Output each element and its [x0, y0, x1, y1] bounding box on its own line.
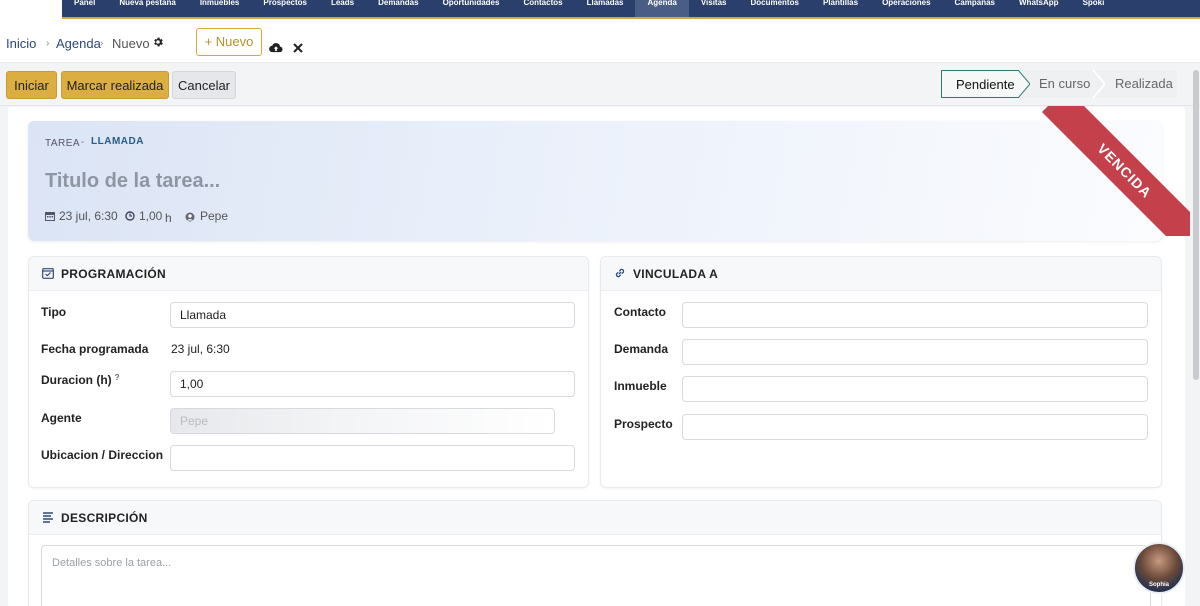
nav-item-inmuebles[interactable]: Inmuebles	[188, 0, 252, 17]
agente-label: Agente	[41, 411, 82, 425]
vinculada-header: VINCULADA A	[601, 257, 1161, 291]
scrollbar[interactable]	[1193, 70, 1199, 380]
status-stepper: Pendiente En curso Realizada	[941, 70, 1177, 98]
nav-item-documentos[interactable]: Documentos	[738, 0, 810, 17]
duracion-field[interactable]: 1,00	[170, 371, 575, 397]
prospecto-field[interactable]	[682, 414, 1148, 440]
help-icon[interactable]: ?	[115, 373, 120, 382]
task-title[interactable]: Titulo de la tarea...	[45, 170, 220, 193]
breadcrumb-current: Nuevo	[112, 36, 150, 51]
task-duration-unit: h	[165, 211, 172, 225]
task-type: LLAMADA	[91, 136, 144, 147]
chevron-right-icon	[1093, 70, 1105, 98]
ubicacion-field[interactable]	[170, 445, 575, 471]
assistant-label: Sophia	[1148, 582, 1169, 588]
gear-icon[interactable]	[152, 36, 164, 48]
cancel-button[interactable]: Cancelar	[172, 71, 236, 99]
nav-item-plantillas[interactable]: Plantillas	[811, 0, 870, 17]
nav-item-panel[interactable]: Panel	[62, 0, 107, 17]
nav-item-contactos[interactable]: Contactos	[511, 0, 574, 17]
top-navigation: Panel Nueva pestaña Inmuebles Prospectos Lea…	[0, 0, 1200, 19]
step-realizada[interactable]: Realizada	[1093, 70, 1177, 98]
task-kind-separator: -	[81, 137, 85, 148]
demanda-field[interactable]	[682, 339, 1148, 365]
nav-item-llamadas[interactable]: Llamadas	[575, 0, 636, 17]
close-icon[interactable]	[293, 43, 303, 53]
prospecto-label: Prospecto	[614, 417, 673, 431]
logo-area	[0, 0, 62, 19]
duracion-label: Duracion (h)?	[41, 373, 120, 387]
overdue-ribbon-label: VENCIDA	[1041, 106, 1190, 236]
clock-icon	[125, 211, 135, 221]
task-duration: 1,00	[139, 209, 163, 223]
overdue-ribbon: VENCIDA	[1040, 106, 1190, 236]
link-icon	[615, 268, 625, 278]
main-menu: Panel Nueva pestaña Inmuebles Prospectos Lea…	[62, 0, 1200, 17]
agente-field[interactable]: Pepe	[170, 408, 555, 434]
breadcrumb-separator: ›	[46, 38, 50, 49]
nav-item-campañas[interactable]: Campañas	[943, 0, 1007, 17]
ubicacion-label: Ubicacion / Direccion	[41, 448, 164, 462]
chevron-right-icon	[1018, 70, 1030, 98]
programacion-title: PROGRAMACIÓN	[61, 267, 166, 281]
descripcion-header: DESCRIPCIÓN	[29, 501, 1161, 535]
task-agent: Pepe	[200, 209, 229, 223]
breadcrumb-agenda[interactable]: Agenda	[56, 36, 101, 51]
descripcion-textarea[interactable]: Detalles sobre la tarea...	[41, 545, 1151, 606]
breadcrumb-separator: ›	[100, 38, 104, 49]
task-kind: TAREA	[45, 138, 81, 149]
nav-item-spoki[interactable]: Spoki	[1071, 0, 1117, 17]
tipo-field[interactable]: Llamada	[170, 302, 575, 328]
nav-item-operaciones[interactable]: Operaciones	[870, 0, 942, 17]
align-left-icon	[43, 512, 53, 523]
nav-item-whatsapp[interactable]: WhatsApp	[1007, 0, 1071, 17]
programacion-header: PROGRAMACIÓN	[29, 257, 588, 291]
calendar-icon	[45, 212, 55, 221]
demanda-label: Demanda	[614, 342, 669, 356]
nav-item-agenda[interactable]: Agenda	[635, 0, 689, 17]
nav-item-nueva-pestaña[interactable]: Nueva pestaña	[107, 0, 187, 17]
nav-item-oportunidades[interactable]: Oportunidades	[431, 0, 512, 17]
new-button[interactable]: + Nuevo	[196, 28, 262, 56]
cloud-upload-icon[interactable]	[269, 42, 283, 53]
inmueble-field[interactable]	[682, 376, 1148, 402]
nav-item-visitas[interactable]: Visitas	[689, 0, 739, 17]
user-icon	[185, 212, 195, 222]
nav-item-demandas[interactable]: Demandas	[366, 0, 430, 17]
inmueble-label: Inmueble	[614, 379, 667, 393]
task-date: 23 jul, 6:30	[59, 209, 118, 223]
tipo-label: Tipo	[41, 305, 67, 319]
vinculada-card: VINCULADA A	[600, 256, 1162, 488]
duracion-label-text: Duracion (h)	[41, 373, 112, 387]
descripcion-title: DESCRIPCIÓN	[61, 511, 148, 525]
contacto-label: Contacto	[614, 305, 666, 319]
breadcrumb-home[interactable]: Inicio	[6, 36, 36, 51]
step-en-curso[interactable]: En curso	[1019, 70, 1093, 98]
nav-item-leads[interactable]: Leads	[319, 0, 366, 17]
nav-item-prospectos[interactable]: Prospectos	[251, 0, 319, 17]
mark-done-button[interactable]: Marcar realizada	[61, 71, 169, 99]
breadcrumb-bar: Inicio › Agenda › Nuevo	[0, 19, 1200, 63]
fecha-label: Fecha programada	[41, 342, 149, 356]
assistant-avatar[interactable]: Sophia	[1133, 542, 1185, 594]
start-button[interactable]: Iniciar	[6, 71, 57, 99]
fecha-value: 23 jul, 6:30	[171, 342, 230, 356]
calendar-check-icon	[42, 268, 54, 279]
contacto-field[interactable]	[682, 302, 1148, 328]
vinculada-title: VINCULADA A	[633, 267, 719, 281]
step-pendiente[interactable]: Pendiente	[941, 70, 1019, 98]
